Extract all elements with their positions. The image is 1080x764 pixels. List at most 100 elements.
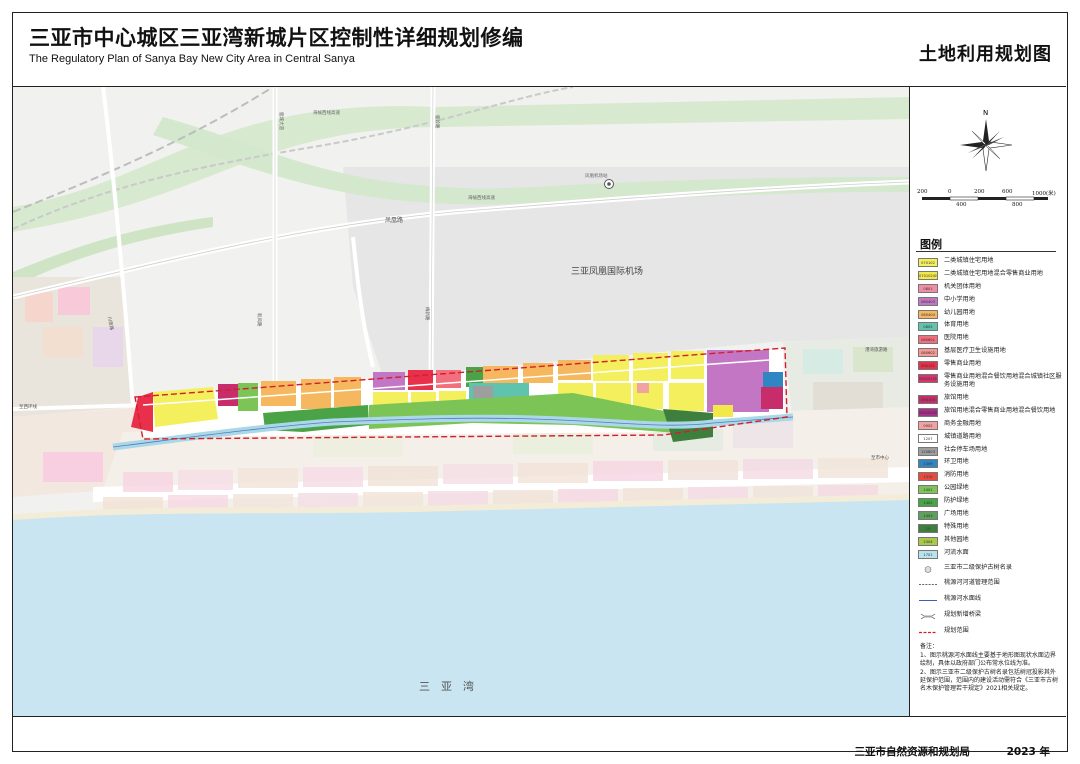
- legend-item: 1701 河流水面: [918, 549, 1062, 562]
- legend-swatch: 070102/0901: [918, 270, 938, 280]
- legend-swatch: 080602: [918, 348, 938, 358]
- east-block-a: [803, 349, 843, 374]
- legend-item: 080602 基层医疗卫生设施用地: [918, 347, 1062, 360]
- legend-swatch: 0902: [918, 420, 938, 430]
- legend-item: 1310 消防用地: [918, 471, 1062, 484]
- legend-label: 机关团体用地: [944, 282, 982, 290]
- parcel-sanitation: [763, 372, 783, 387]
- legend-item: 1401 公园绿地: [918, 484, 1062, 497]
- legend-item: 090101 零售商业用地: [918, 360, 1062, 373]
- scale-tick-600: 600: [1002, 189, 1013, 195]
- map-sheet-frame: 三亚市中心城区三亚湾新城片区控制性详细规划修编 The Regulatory P…: [12, 12, 1068, 758]
- plan-title-english: The Regulatory Plan of Sanya Bay New Cit…: [29, 53, 355, 65]
- legend-label: 基层医疗卫生设施用地: [944, 347, 1006, 355]
- road-label-upper: 凤凰路: [385, 216, 403, 224]
- legend-item: 1402 防护绿地: [918, 497, 1062, 510]
- west-block-c: [43, 327, 83, 357]
- legend-item: 070102 二类城镇住宅用地: [918, 257, 1062, 270]
- parcel-mixed-residential: [713, 405, 733, 417]
- legend-item: 120803 社会停车场用地: [918, 446, 1062, 459]
- scale-tick-400: 400: [956, 202, 967, 208]
- map-title: 土地利用规划图: [919, 44, 1052, 65]
- scale-tick-200-left: 200: [917, 189, 928, 195]
- legend-symbol-item: 桃源河水面线: [918, 595, 1062, 608]
- legend-item: 0801 机关团体用地: [918, 283, 1062, 296]
- legend-item: 090101/0902 零售商业用地混合餐饮用地混合城镇社区服务设施用地: [918, 373, 1062, 394]
- legend-label: 旅馆用地: [944, 394, 969, 402]
- parcel-hotel-1: [218, 384, 238, 406]
- west-block-b: [58, 287, 90, 315]
- legend-swatch: 15: [918, 523, 938, 533]
- note-1: 1、图示桃源河水面线主要基于地形图现状水面边界绘制，具体以政府部门公布常水位线为…: [920, 651, 1056, 667]
- legend-label: 二类城镇住宅用地: [944, 257, 994, 264]
- parcel-parking: [473, 386, 493, 398]
- legend-symbol-label: 三亚市二级保护古树名录: [944, 563, 1013, 571]
- legend-swatch: 120803: [918, 446, 938, 456]
- legend-item: 2304 其他园地: [918, 536, 1062, 549]
- legend-swatch: 1402: [918, 498, 938, 508]
- legend-swatch: 080601: [918, 335, 938, 345]
- legend-list: 070102 二类城镇住宅用地 070102/0901 二类城镇住宅用地混合零售商业用…: [918, 257, 1062, 640]
- blue-line-symbol-icon: [918, 596, 938, 606]
- legend-item: 1207 城镇道路用地: [918, 433, 1062, 446]
- southwest-block: [43, 452, 103, 482]
- legend-label: 环卫用地: [944, 458, 969, 466]
- legend-panel: N 200 0 200 600 1000(米) 400 800 图例 07010…: [910, 87, 1066, 716]
- legend-item: 0902 商务金融用地: [918, 420, 1062, 433]
- legend-label: 医院用地: [944, 334, 969, 342]
- legend-label: 幼儿园用地: [944, 308, 975, 316]
- dash-red-symbol-icon: [918, 628, 938, 638]
- bridge-symbol-icon: [918, 612, 938, 622]
- sheet-footer: 三亚市自然资源和规划局 2023 年: [13, 716, 1066, 758]
- legend-label: 其他园地: [944, 535, 969, 543]
- legend-symbol-item: 规划范围: [918, 627, 1062, 640]
- station-marker-dot: [607, 182, 611, 186]
- west-block-d: [93, 327, 123, 367]
- north-symbol: N: [983, 109, 988, 117]
- legend-symbol-label: 规划范围: [944, 627, 969, 635]
- east-block-c: [813, 382, 883, 412]
- airport-label: 三亚凤凰国际机场: [571, 265, 643, 277]
- land-use-map[interactable]: 三亚凤凰国际机场 三 亚 湾 凤凰路 海榆西线高速 海榆西线高速 凤凰机场站 港…: [13, 87, 910, 716]
- legend-item: 1403 广场用地: [918, 510, 1062, 523]
- parcel-school-large: [707, 350, 769, 412]
- parcel-hotel-2: [761, 387, 783, 409]
- legend-swatch: 0801: [918, 283, 938, 293]
- legend-swatch: 080404: [918, 309, 938, 319]
- road-north-2-label: 鹿岭路: [434, 115, 441, 129]
- legend-swatch: 080403: [918, 296, 938, 306]
- notes-heading: 备注：: [920, 643, 939, 650]
- road-n2-label: 梅新路: [424, 307, 431, 321]
- legend-symbol-label: 桃源河水面线: [944, 595, 982, 603]
- plan-year: 2023 年: [1006, 746, 1050, 758]
- legend-swatch: 1309: [918, 459, 938, 469]
- legend-label: 旅馆用地混合零售商业用地混合餐饮用地: [944, 406, 1056, 414]
- legend-swatch: 090104/090101: [918, 407, 938, 417]
- legend-symbol-item: 桃源河河道管理范围: [918, 579, 1062, 592]
- legend-swatch: 070102: [918, 258, 938, 267]
- scale-tick-800: 800: [1012, 202, 1023, 208]
- legend-swatch: 090104: [918, 395, 938, 405]
- legend-label: 广场用地: [944, 510, 969, 518]
- legend-item: 15 特殊用地: [918, 523, 1062, 536]
- sheet-header: 三亚市中心城区三亚湾新城片区控制性详细规划修编 The Regulatory P…: [13, 13, 1066, 87]
- notes: 备注： 1、图示桃源河水面线主要基于地形图现状水面边界绘制，具体以政府部门公布常…: [920, 643, 1060, 694]
- legend-swatch: 1207: [918, 433, 938, 443]
- legend-label: 商务金融用地: [944, 419, 982, 427]
- legend-label: 河流水面: [944, 548, 969, 556]
- legend-label: 体育用地: [944, 321, 969, 329]
- plan-title-chinese: 三亚市中心城区三亚湾新城片区控制性详细规划修编: [29, 26, 524, 50]
- scale-tick-0: 0: [948, 189, 952, 195]
- legend-label: 特殊用地: [944, 522, 969, 530]
- legend-item: 080601 医院用地: [918, 334, 1062, 347]
- bay-label: 三 亚 湾: [419, 679, 474, 693]
- legend-swatch: 090101: [918, 361, 938, 371]
- map-canvas: 三亚凤凰国际机场 三 亚 湾 凤凰路 海榆西线高速 海榆西线高速 凤凰机场站 港…: [13, 87, 909, 716]
- legend-label: 防护绿地: [944, 497, 969, 505]
- parcel-residential-11: [669, 383, 704, 411]
- compass-rose-icon: N: [960, 109, 1013, 172]
- legend-symbol-item: 规划新增桥梁: [918, 611, 1062, 624]
- legend-label: 二类城镇住宅用地混合零售商业用地: [944, 269, 1043, 277]
- parcel-commercial: [637, 383, 649, 393]
- legend-item: 0805 体育用地: [918, 321, 1062, 334]
